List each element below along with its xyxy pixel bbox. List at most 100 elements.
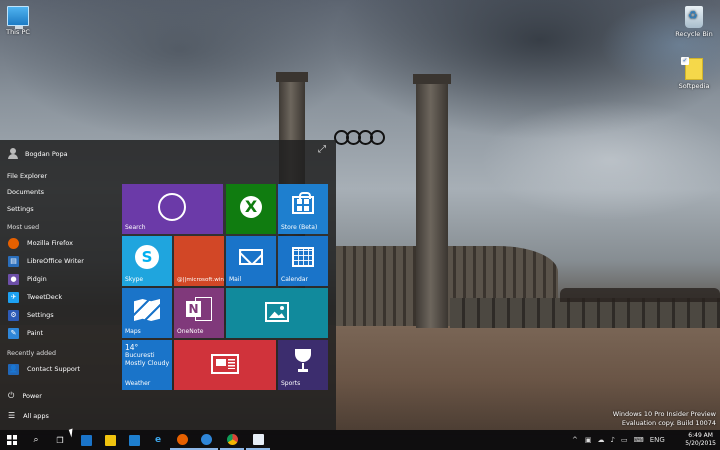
place-settings[interactable]: Settings — [7, 205, 34, 213]
keyboard-icon[interactable]: ⌨ — [634, 436, 644, 444]
gear-icon: ⚙ — [8, 309, 19, 321]
tile-maps[interactable]: Maps — [122, 288, 172, 338]
app-paint[interactable]: ✎ Paint — [8, 326, 43, 340]
network-icon[interactable]: ▣ — [585, 436, 592, 444]
tile-skype[interactable]: S Skype — [122, 236, 172, 286]
taskbar-file-explorer[interactable] — [98, 430, 122, 450]
taskbar-writer[interactable] — [246, 430, 270, 450]
expand-icon[interactable]: ⤢ — [318, 144, 326, 155]
checkbox-icon: ✓ — [681, 57, 689, 65]
tweetdeck-icon: ✈ — [8, 291, 19, 303]
stadium-wall — [450, 298, 720, 328]
all-apps-button[interactable]: ☰ All apps — [8, 411, 49, 420]
power-button[interactable]: ⏻ Power — [8, 391, 42, 401]
cloud-shape — [480, 100, 720, 220]
tile-account[interactable]: @||microsoft.win — [174, 236, 224, 286]
writer-icon: ▤ — [8, 255, 19, 267]
news-icon — [211, 354, 239, 374]
tower-right — [416, 78, 448, 328]
taskbar-app-button[interactable] — [74, 430, 98, 450]
text-file-icon: ✓ — [681, 57, 703, 80]
task-view-icon: ❐ — [56, 435, 64, 445]
store-icon — [128, 434, 140, 446]
desktop-icon-recycle-bin[interactable]: Recycle Bin — [670, 6, 718, 38]
recently-added-heading: Recently added — [7, 350, 56, 357]
tile-mail[interactable]: Mail — [226, 236, 276, 286]
computer-icon — [7, 6, 29, 29]
app-settings[interactable]: ⚙ Settings — [8, 308, 54, 322]
language-indicator[interactable]: ENG — [650, 436, 665, 444]
volume-icon[interactable]: ♪ — [611, 436, 615, 444]
start-menu-left-column: Bogdan Popa File Explorer Documents Sett… — [0, 140, 118, 430]
tile-news[interactable] — [174, 340, 276, 390]
writer-icon — [252, 433, 264, 445]
user-icon — [8, 148, 18, 159]
tile-xbox[interactable]: X — [226, 184, 276, 234]
start-menu: Bogdan Popa File Explorer Documents Sett… — [0, 140, 336, 430]
tower-right-cap — [413, 74, 451, 84]
pidgin-icon: ● — [8, 273, 19, 285]
tile-photos[interactable] — [226, 288, 328, 338]
place-file-explorer[interactable]: File Explorer — [7, 172, 47, 180]
chrome-icon — [226, 433, 238, 445]
taskbar: ⌕ ❐ e ^ ▣ ☁ ♪ ▭ ⌨ ENG 6:49 AM 5/20/2015 — [0, 430, 720, 450]
app-pidgin[interactable]: ● Pidgin — [8, 272, 47, 286]
firefox-icon — [8, 237, 19, 249]
list-icon: ☰ — [8, 411, 16, 420]
taskbar-chrome[interactable] — [220, 430, 244, 450]
tile-weather[interactable]: 14° Bucuresti Mostly Cloudy Weather — [122, 340, 172, 390]
power-icon: ⏻ — [8, 391, 15, 400]
tile-store[interactable]: Store (Beta) — [278, 184, 328, 234]
taskbar-clock[interactable]: 6:49 AM 5/20/2015 — [685, 432, 716, 448]
windows-logo-icon — [7, 435, 17, 445]
start-button[interactable] — [0, 430, 24, 450]
photo-icon — [265, 302, 289, 322]
tile-calendar[interactable]: Calendar — [278, 236, 328, 286]
calendar-icon — [292, 247, 314, 267]
cortana-icon — [158, 193, 186, 221]
cloud-shape — [0, 0, 360, 140]
taskbar-search-button[interactable]: ⌕ — [24, 430, 48, 450]
mail-icon — [239, 249, 263, 265]
most-used-heading: Most used — [7, 224, 40, 231]
tile-sports[interactable]: Sports — [278, 340, 328, 390]
tower-left-cap — [276, 72, 308, 82]
desktop-icon-softpedia[interactable]: ✓ Softpedia — [670, 57, 718, 90]
desktop-icon-this-pc[interactable]: This PC — [0, 6, 42, 36]
recycle-bin-icon — [685, 6, 703, 28]
app-mozilla-firefox[interactable]: Mozilla Firefox — [8, 236, 73, 250]
cloud-icon[interactable]: ☁ — [598, 436, 605, 444]
weather-temperature: 14° — [125, 343, 139, 352]
taskbar-outlook[interactable] — [194, 430, 218, 450]
onenote-icon: N — [186, 296, 212, 322]
app-contact-support[interactable]: 👤 Contact Support — [8, 362, 80, 376]
system-tray: ^ ▣ ☁ ♪ ▭ ⌨ ENG — [572, 430, 665, 450]
map-icon — [134, 299, 160, 321]
edge-icon: e — [154, 435, 162, 445]
tile-search[interactable]: Search — [122, 184, 223, 234]
user-account[interactable]: Bogdan Popa — [8, 148, 68, 159]
paint-icon: ✎ — [8, 327, 19, 339]
search-icon: ⌕ — [33, 435, 39, 445]
app-icon — [80, 434, 92, 446]
tile-onenote[interactable]: N OneNote — [174, 288, 224, 338]
xbox-icon: X — [240, 196, 262, 218]
task-view-button[interactable]: ❐ — [48, 430, 72, 450]
tree-line — [560, 288, 720, 302]
outlook-icon — [200, 433, 212, 445]
app-libreoffice-writer[interactable]: ▤ LibreOffice Writer — [8, 254, 84, 268]
taskbar-edge[interactable]: e — [146, 430, 170, 450]
support-icon: 👤 — [8, 363, 19, 375]
chevron-up-icon[interactable]: ^ — [572, 436, 578, 444]
notification-icon[interactable]: ▭ — [621, 436, 628, 444]
folder-icon — [104, 434, 116, 446]
trophy-icon — [292, 349, 314, 373]
taskbar-firefox[interactable] — [170, 430, 194, 450]
place-documents[interactable]: Documents — [7, 188, 44, 196]
weather-condition: Mostly Cloudy — [125, 360, 170, 367]
build-watermark: Windows 10 Pro Insider Preview Evaluatio… — [612, 410, 716, 427]
taskbar-store[interactable] — [122, 430, 146, 450]
skype-icon: S — [135, 245, 159, 269]
app-tweetdeck[interactable]: ✈ TweetDeck — [8, 290, 62, 304]
store-icon — [292, 192, 314, 214]
